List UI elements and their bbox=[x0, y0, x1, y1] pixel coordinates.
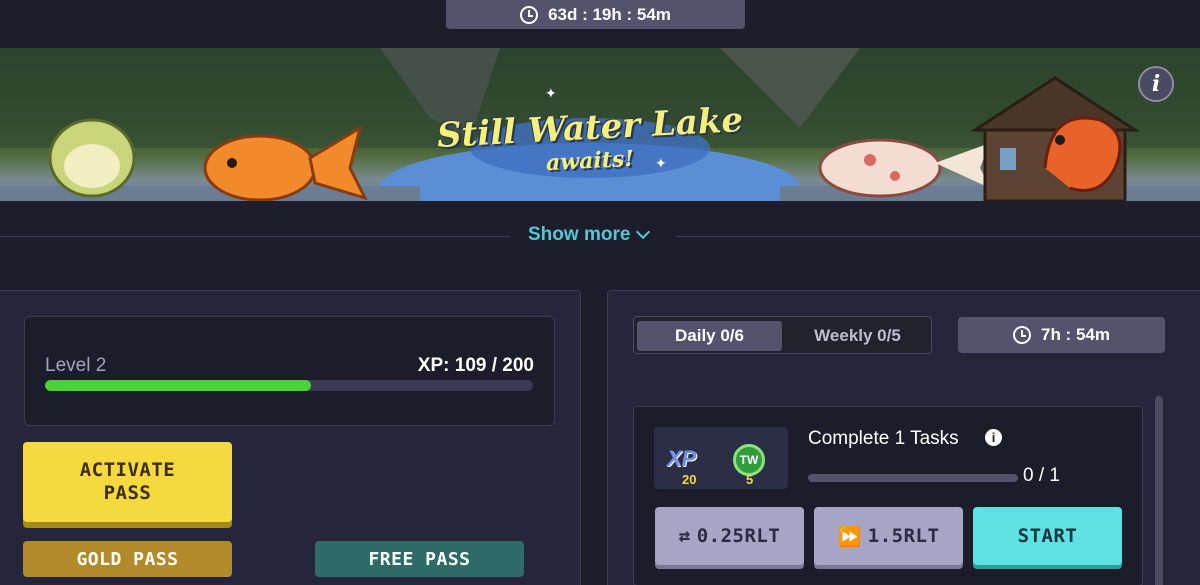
task-timer: 7h : 54m bbox=[958, 317, 1165, 353]
start-task-button[interactable]: START bbox=[973, 507, 1122, 565]
info-icon[interactable]: i bbox=[1138, 66, 1174, 102]
tab-weekly[interactable]: Weekly 0/5 bbox=[785, 321, 930, 351]
task-timer-value: 7h : 54m bbox=[1041, 325, 1110, 344]
fast-complete-price: 1.5RLT bbox=[867, 525, 940, 547]
task-tabs: Daily 0/6 Weekly 0/5 bbox=[633, 316, 932, 354]
task-list-scrollbar[interactable] bbox=[1155, 396, 1163, 585]
task-progress-label: 0 / 1 bbox=[1023, 465, 1060, 486]
divider-left bbox=[0, 236, 510, 237]
season-timer-value: 63d : 19h : 54m bbox=[548, 4, 671, 24]
svg-text:✦: ✦ bbox=[545, 86, 557, 102]
activate-pass-label-1: ACTIVATE bbox=[79, 459, 176, 481]
goldfish-art bbox=[203, 134, 317, 201]
clock-icon bbox=[1013, 326, 1031, 344]
skip-task-button[interactable]: ⇄ 0.25RLT bbox=[655, 507, 804, 565]
event-banner: ✦ ✦ Still Water Lake awaits! i bbox=[0, 48, 1200, 201]
tab-daily[interactable]: Daily 0/6 bbox=[637, 321, 782, 351]
activate-pass-label-2: PASS bbox=[103, 482, 152, 504]
task-title: Complete 1 Tasks bbox=[808, 428, 959, 449]
task-progress-bar bbox=[808, 474, 1018, 482]
show-more-button[interactable]: Show more bbox=[528, 224, 651, 246]
xp-reward-amount: 20 bbox=[682, 472, 697, 487]
xp-progress-bar bbox=[45, 380, 533, 391]
season-timer: 63d : 19h : 54m bbox=[446, 0, 745, 29]
skip-task-price: 0.25RLT bbox=[696, 525, 781, 547]
show-more-label: Show more bbox=[528, 224, 631, 245]
free-pass-tab[interactable]: FREE PASS bbox=[315, 541, 524, 577]
swap-arrows-icon: ⇄ bbox=[678, 525, 691, 547]
task-info-icon[interactable]: i bbox=[985, 429, 1002, 446]
activate-pass-button[interactable]: ACTIVATE PASS bbox=[23, 442, 232, 522]
gold-pass-tab[interactable]: GOLD PASS bbox=[23, 541, 232, 577]
chevron-down-icon bbox=[636, 224, 651, 240]
koi-art bbox=[818, 138, 942, 198]
xp-progress-fill bbox=[45, 380, 311, 391]
clock-icon bbox=[520, 5, 539, 24]
xp-reward-icon: XP bbox=[667, 446, 697, 471]
fast-complete-button[interactable]: ⏩ 1.5RLT bbox=[814, 507, 963, 565]
xp-label: XP: 109 / 200 bbox=[417, 355, 534, 376]
token-reward-amount: 5 bbox=[746, 472, 754, 487]
level-label: Level 2 bbox=[45, 355, 107, 376]
fast-forward-icon: ⏩ bbox=[837, 525, 862, 548]
divider-right bbox=[676, 236, 1200, 237]
